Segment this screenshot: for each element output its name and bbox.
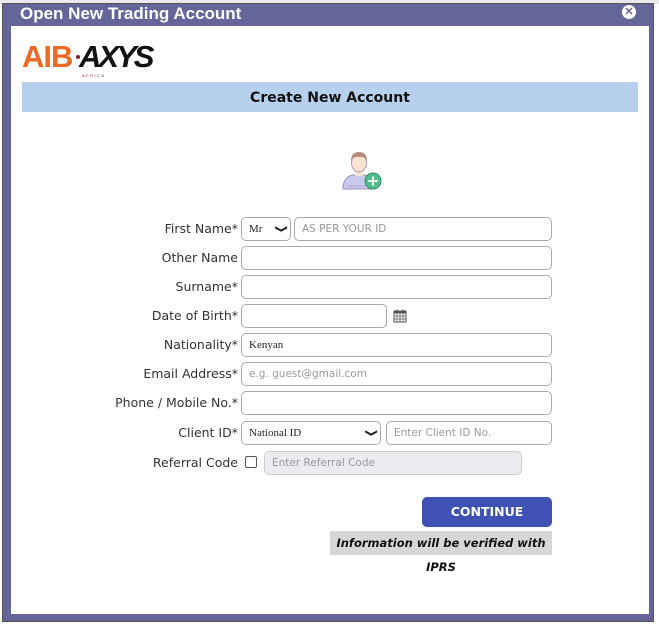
first-name-label: First Name*	[164, 221, 238, 236]
referral-code-input[interactable]: Enter Referral Code	[264, 451, 522, 475]
phone-input[interactable]	[241, 391, 552, 415]
first-name-input[interactable]: AS PER YOUR ID	[294, 217, 552, 241]
logo-text-axys: AXYS	[79, 39, 154, 74]
dob-label: Date of Birth*	[151, 308, 238, 323]
row-surname: Surname*	[11, 275, 649, 299]
iprs-note: Information will be verified with IPRS	[330, 531, 552, 574]
title-select-value: Mr	[249, 223, 263, 235]
nationality-label: Nationality*	[163, 337, 238, 352]
chevron-down-icon: ❯	[273, 224, 288, 234]
email-input[interactable]: e.g. guest@gmail.com	[241, 362, 552, 386]
client-id-type-select[interactable]: National ID ❯	[241, 421, 381, 445]
referral-checkbox[interactable]	[245, 456, 257, 468]
add-user-icon	[342, 152, 382, 190]
surname-input[interactable]	[241, 275, 552, 299]
modal-body: AIB AXYS AFRICA Create New Account First…	[11, 26, 649, 614]
section-header: Create New Account	[22, 82, 638, 112]
row-dob: Date of Birth*	[11, 304, 649, 328]
logo-tagline: AFRICA	[82, 73, 106, 78]
open-account-modal: Open New Trading Account ✕ AIB AXYS AFRI…	[2, 3, 654, 622]
email-label: Email Address*	[143, 366, 238, 381]
client-id-input[interactable]: Enter Client ID No.	[386, 421, 552, 445]
row-nationality: Nationality* Kenyan	[11, 333, 649, 357]
modal-title: Open New Trading Account	[20, 4, 242, 23]
row-client-id: Client ID* National ID ❯ Enter Client ID…	[11, 421, 649, 445]
row-other-name: Other Name	[11, 246, 649, 270]
continue-button[interactable]: CONTINUE	[422, 497, 552, 527]
row-referral: Referral Code Enter Referral Code	[11, 451, 649, 475]
aibaxys-logo: AIB AXYS AFRICA	[22, 37, 154, 78]
client-id-label: Client ID*	[178, 425, 238, 440]
row-email: Email Address* e.g. guest@gmail.com	[11, 362, 649, 386]
client-id-type-value: National ID	[249, 427, 302, 439]
calendar-icon[interactable]	[393, 309, 407, 323]
row-phone: Phone / Mobile No.*	[11, 391, 649, 415]
chevron-down-icon: ❯	[363, 428, 378, 438]
title-select[interactable]: Mr ❯	[241, 217, 291, 241]
dob-input[interactable]	[241, 304, 387, 328]
row-first-name: First Name* Mr ❯ AS PER YOUR ID	[11, 217, 649, 241]
close-icon[interactable]: ✕	[622, 5, 636, 19]
other-name-label: Other Name	[161, 250, 238, 265]
other-name-input[interactable]	[241, 246, 552, 270]
phone-label: Phone / Mobile No.*	[115, 395, 238, 410]
logo-text-aib: AIB	[22, 39, 73, 74]
nationality-input[interactable]: Kenyan	[241, 333, 552, 357]
referral-label: Referral Code	[152, 455, 238, 470]
surname-label: Surname*	[175, 279, 238, 294]
